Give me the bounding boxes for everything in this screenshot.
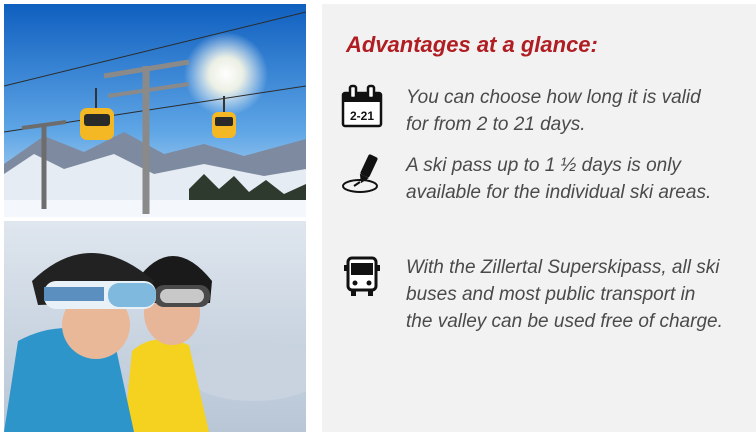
advantage-text: With the Zillertal Superskipass, all ski… (406, 257, 723, 332)
advantages-heading: Advantages at a glance: (346, 32, 598, 57)
gondola-photo (4, 4, 306, 217)
ski-bus-icon (344, 256, 380, 296)
advantage-text: You can choose how long it is valid for … (406, 87, 701, 135)
ski-pass-pen-icon (342, 154, 378, 193)
calendar-icon-label: 2-21 (350, 109, 374, 123)
advantages-panel: Advantages at a glance: 2-21 You can cho… (322, 4, 756, 432)
skiers-photo (4, 221, 306, 432)
calendar-icon: 2-21 (341, 84, 383, 128)
advantage-text: A ski pass up to 1 ½ days is only availa… (406, 155, 712, 203)
